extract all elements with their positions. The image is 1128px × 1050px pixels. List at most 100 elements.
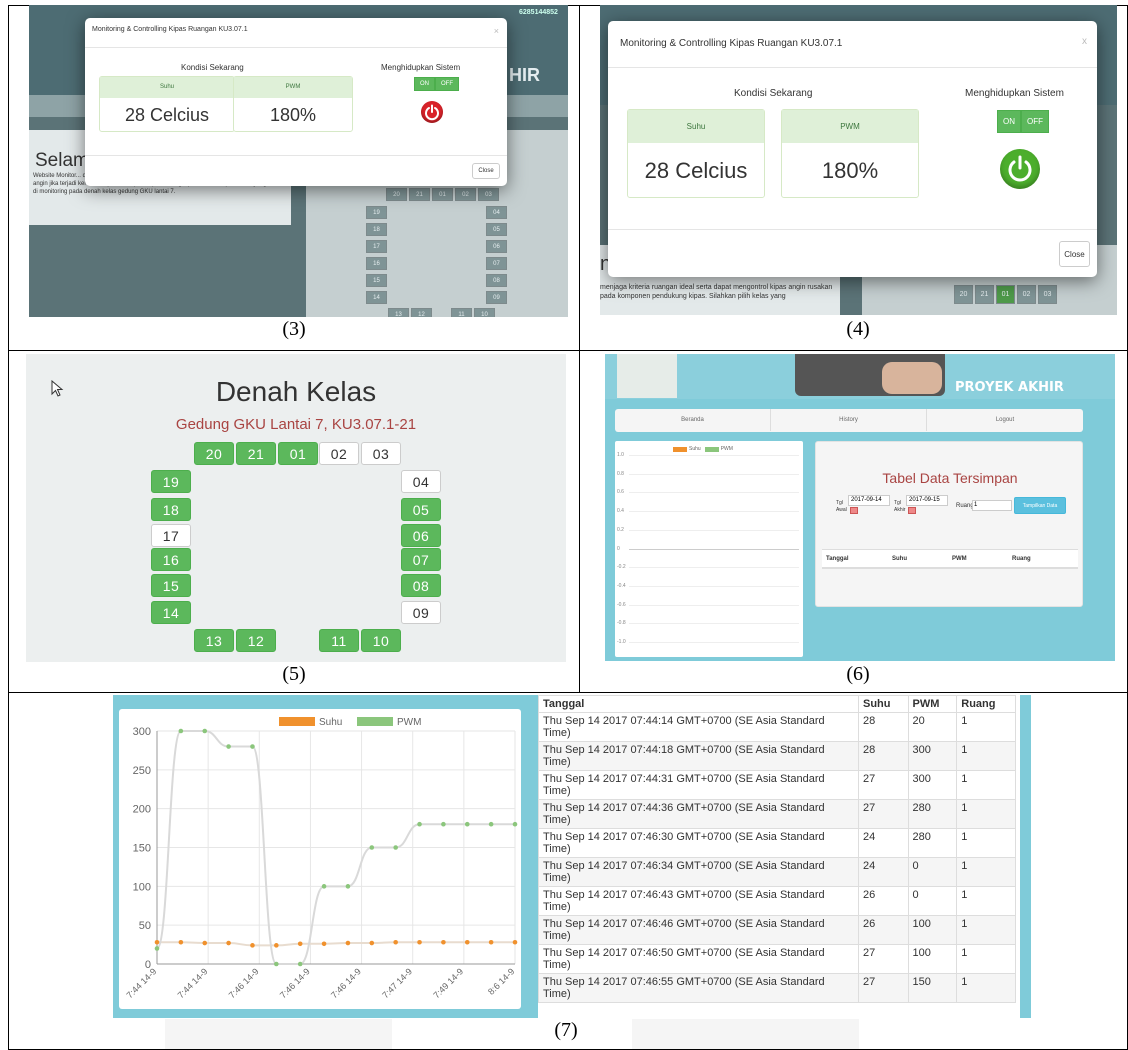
data-point-pwm bbox=[464, 821, 470, 827]
x-tick-label: 7:46 14-9 bbox=[278, 966, 312, 1000]
legend-suhu: Suhu bbox=[689, 446, 701, 452]
data-point-suhu bbox=[393, 939, 398, 945]
grid-line bbox=[629, 492, 799, 494]
x-tick-label: 7:47 14-9 bbox=[380, 966, 414, 1000]
close-button[interactable]: Close bbox=[1059, 241, 1090, 267]
data-point-suhu bbox=[154, 939, 160, 945]
room-11[interactable]: 11 bbox=[319, 629, 359, 652]
data-point-suhu bbox=[369, 940, 375, 946]
y-tick-label: 0.8 bbox=[617, 470, 624, 477]
data-point-pwm bbox=[274, 961, 279, 967]
room-05[interactable]: 05 bbox=[401, 498, 441, 521]
room-06[interactable]: 06 bbox=[401, 524, 441, 547]
tampilkan-button[interactable]: Tampilkan Data bbox=[1014, 497, 1066, 514]
table-cell: Thu Sep 14 2017 07:46:30 GMT+0700 (SE As… bbox=[538, 828, 859, 858]
table-cell: 0 bbox=[907, 886, 958, 916]
y-tick-label: 250 bbox=[133, 765, 151, 777]
nav-beranda[interactable]: Beranda bbox=[615, 409, 771, 431]
data-point-pwm bbox=[345, 884, 351, 889]
on-button[interactable]: ON bbox=[414, 77, 435, 91]
table-cell: 1 bbox=[956, 741, 1016, 771]
room-18[interactable]: 18 bbox=[151, 498, 191, 521]
table-row: Thu Sep 14 2017 07:46:43 GMT+0700 (SE As… bbox=[538, 886, 1016, 916]
monitoring-modal: Monitoring & Controlling Kipas Ruangan K… bbox=[85, 18, 507, 186]
table-cell: 20 bbox=[907, 712, 958, 742]
nav-history[interactable]: History bbox=[771, 409, 927, 431]
grid-line bbox=[629, 529, 799, 531]
room-16[interactable]: 16 bbox=[151, 548, 191, 571]
grid-line bbox=[629, 473, 799, 475]
room-08[interactable]: 08 bbox=[401, 574, 441, 597]
data-point-suhu bbox=[297, 941, 303, 947]
room-19[interactable]: 19 bbox=[151, 470, 191, 493]
on-button[interactable]: ON bbox=[997, 110, 1021, 133]
room-14[interactable]: 14 bbox=[151, 601, 191, 624]
ruang-input[interactable]: 1 bbox=[972, 500, 1012, 511]
data-point-pwm bbox=[154, 946, 160, 951]
room-21[interactable]: 21 bbox=[236, 442, 276, 465]
banner-title: PROYEK AKHIR bbox=[955, 380, 1064, 395]
pwm-panel: PWM 180% bbox=[233, 76, 353, 132]
suhu-panel: Suhu 28 Celcius bbox=[99, 76, 235, 132]
tgl-awal-input[interactable]: 2017-09-14 bbox=[848, 495, 890, 506]
room-04[interactable]: 04 bbox=[401, 470, 441, 493]
table-cell: 28 bbox=[858, 741, 909, 771]
close-icon[interactable]: x bbox=[1082, 36, 1087, 47]
table-cell: 1 bbox=[956, 973, 1016, 1003]
room-12[interactable]: 12 bbox=[236, 629, 276, 652]
power-icon[interactable] bbox=[421, 101, 443, 123]
data-point-suhu bbox=[345, 940, 351, 946]
room-03[interactable]: 03 bbox=[361, 442, 401, 465]
table-row: Thu Sep 14 2017 07:44:31 GMT+0700 (SE As… bbox=[538, 770, 1016, 800]
room-13[interactable]: 13 bbox=[194, 629, 234, 652]
room-07[interactable]: 07 bbox=[401, 548, 441, 571]
screenshot-7: 0 50 100 150 200 250 300 7:44 14-9 7:44 14-9 7:46… bbox=[113, 695, 1031, 1018]
grid-line bbox=[629, 567, 799, 569]
data-point-suhu bbox=[250, 943, 255, 948]
table-row: Thu Sep 14 2017 07:46:50 GMT+0700 (SE As… bbox=[538, 944, 1016, 974]
calendar-icon[interactable] bbox=[908, 507, 916, 514]
table-cell: Thu Sep 14 2017 07:46:46 GMT+0700 (SE As… bbox=[538, 915, 859, 945]
power-icon[interactable] bbox=[1000, 149, 1040, 189]
suhu-value: 28 Celcius bbox=[644, 158, 748, 183]
table-cell: 1 bbox=[956, 828, 1016, 858]
y-tick-label: 0 bbox=[617, 545, 620, 552]
tgl-akhir-input[interactable]: 2017-09-15 bbox=[906, 495, 948, 506]
data-point-pwm bbox=[202, 728, 208, 734]
y-tick-label: 0.6 bbox=[617, 489, 624, 496]
data-point-suhu bbox=[464, 939, 470, 945]
screenshot-3: 6285144852 HIR Selam Website Monitor... … bbox=[29, 5, 568, 317]
close-icon[interactable]: × bbox=[494, 26, 499, 36]
caption-6: (6) bbox=[846, 663, 870, 685]
y-tick-label: 1.0 bbox=[617, 452, 624, 458]
grid-line bbox=[629, 642, 799, 643]
room-10[interactable]: 10 bbox=[361, 629, 401, 652]
pwm-label: PWM bbox=[782, 110, 918, 143]
legend-pwm: PWM bbox=[397, 717, 421, 728]
grid-line bbox=[629, 511, 799, 513]
bg-banner: HIR bbox=[509, 65, 540, 85]
y-tick-label: -0.4 bbox=[617, 582, 626, 589]
off-button[interactable]: OFF bbox=[1021, 110, 1049, 133]
nav-logout[interactable]: Logout bbox=[927, 409, 1083, 431]
x-tick-label: 8:6 14-9 bbox=[486, 966, 516, 996]
room-09[interactable]: 09 bbox=[401, 601, 441, 624]
series-line-suhu bbox=[156, 941, 515, 947]
room-02[interactable]: 02 bbox=[319, 442, 359, 465]
off-button[interactable]: OFF bbox=[435, 77, 459, 91]
table-cell: 1 bbox=[956, 944, 1016, 974]
data-point-suhu bbox=[441, 939, 446, 945]
col-ruang: Ruang bbox=[1012, 556, 1031, 562]
room-15[interactable]: 15 bbox=[151, 574, 191, 597]
history-chart-panel: 0 50 100 150 200 250 300 7:44 14-9 7:44 14-9 7:46… bbox=[119, 709, 521, 1009]
x-tick-label: 7:44 14-9 bbox=[124, 966, 158, 1000]
table-cell: 100 bbox=[907, 915, 958, 945]
col-tanggal: Tanggal bbox=[538, 695, 859, 713]
pwm-panel: PWM 180% bbox=[781, 109, 919, 198]
calendar-icon[interactable] bbox=[850, 507, 858, 514]
room-01[interactable]: 01 bbox=[278, 442, 318, 465]
close-button[interactable]: Close bbox=[472, 163, 500, 179]
room-20[interactable]: 20 bbox=[194, 442, 234, 465]
grid-divider bbox=[579, 5, 580, 692]
room-17[interactable]: 17 bbox=[151, 524, 191, 547]
